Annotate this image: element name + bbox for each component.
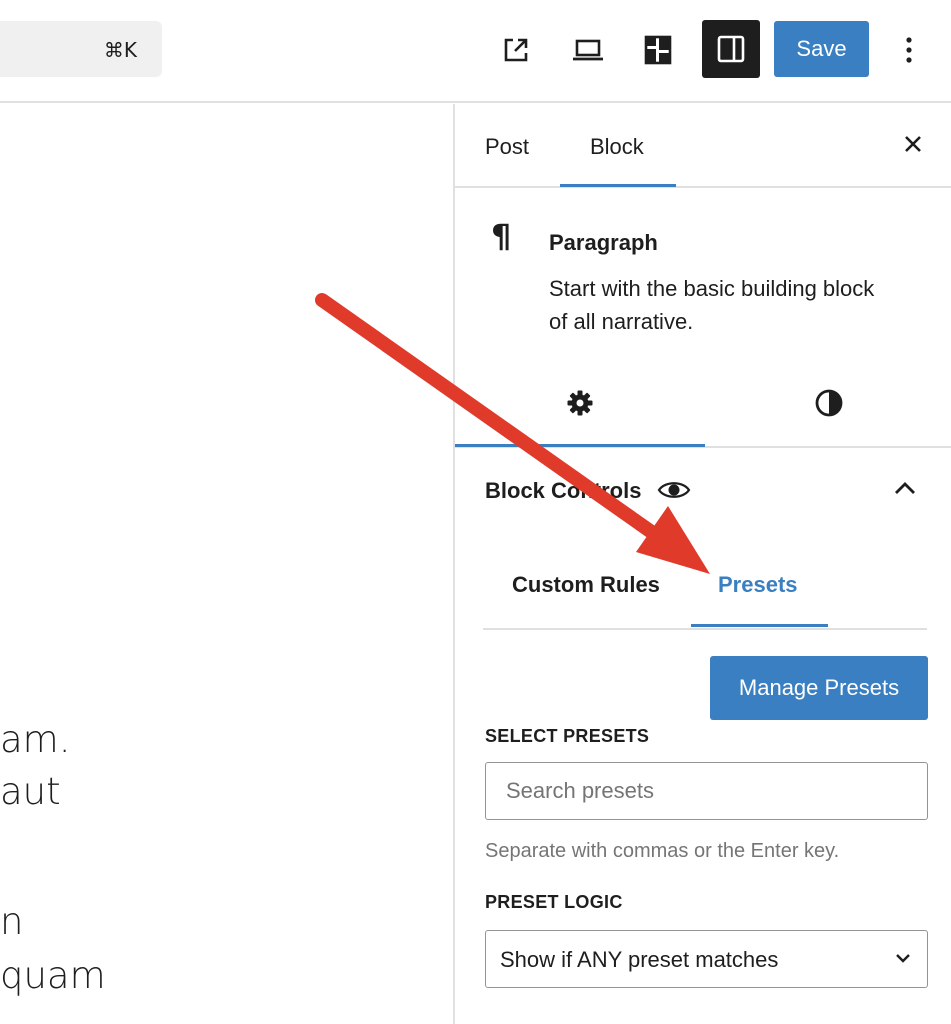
tab-custom-rules[interactable]: Custom Rules	[512, 572, 660, 598]
chevron-up-icon[interactable]	[893, 480, 917, 496]
paragraph-icon: ¶	[491, 217, 512, 255]
block-controls-panel-toggle[interactable]: Block Controls	[485, 476, 925, 508]
block-title: Paragraph	[549, 230, 658, 255]
preset-logic-value: Show if ANY preset matches	[500, 947, 779, 972]
panel-title: Block Controls	[485, 478, 642, 503]
save-button[interactable]: Save	[774, 21, 869, 77]
paragraph-text-fragment[interactable]: am.	[0, 718, 70, 761]
command-shortcut: ⌘K	[103, 38, 137, 62]
active-sub-tab-indicator	[455, 444, 705, 447]
external-link-icon[interactable]	[488, 22, 544, 78]
paragraph-text-fragment[interactable]: aut	[0, 770, 61, 813]
contrast-icon	[815, 389, 842, 417]
block-description: Start with the basic building block of a…	[549, 276, 875, 334]
gear-icon	[567, 390, 592, 416]
select-presets-label: SELECT PRESETS	[485, 726, 650, 746]
sidebar-tabs: Post Block	[455, 104, 951, 188]
active-tab-indicator	[560, 184, 676, 187]
manage-presets-button[interactable]: Manage Presets	[710, 656, 928, 720]
more-options-icon[interactable]	[884, 22, 934, 78]
search-presets-input[interactable]	[485, 762, 928, 820]
tab-settings[interactable]	[455, 360, 704, 446]
top-toolbar: ⌘K Save	[0, 0, 951, 103]
help-text: Separate with commas or the Enter key.	[485, 840, 840, 862]
tab-styles[interactable]	[704, 360, 951, 446]
paragraph-text-fragment[interactable]: n	[0, 900, 23, 943]
preset-logic-label: PRESET LOGIC	[485, 892, 623, 912]
settings-sidebar-icon[interactable]	[702, 20, 760, 78]
preset-logic-select[interactable]: Show if ANY preset matches	[485, 930, 928, 988]
rule-tabs: Custom Rules Presets	[483, 552, 927, 630]
paragraph-text-fragment[interactable]: quam	[0, 954, 106, 997]
tab-block[interactable]: Block	[590, 134, 644, 160]
tab-presets[interactable]: Presets	[718, 572, 798, 598]
tab-post[interactable]: Post	[485, 134, 529, 160]
editor-canvas[interactable]: am. aut n quam	[0, 104, 453, 1024]
chevron-down-icon	[896, 954, 910, 963]
active-rule-tab-indicator	[691, 624, 828, 627]
inspector-sub-tabs	[455, 360, 951, 448]
command-palette-button[interactable]: ⌘K	[0, 21, 162, 77]
eye-icon	[657, 482, 691, 498]
close-icon[interactable]	[901, 132, 925, 156]
styles-icon[interactable]	[630, 22, 686, 78]
settings-sidebar: Post Block ¶ Paragraph Start with the ba…	[453, 104, 951, 1024]
preview-device-icon[interactable]	[560, 22, 616, 78]
